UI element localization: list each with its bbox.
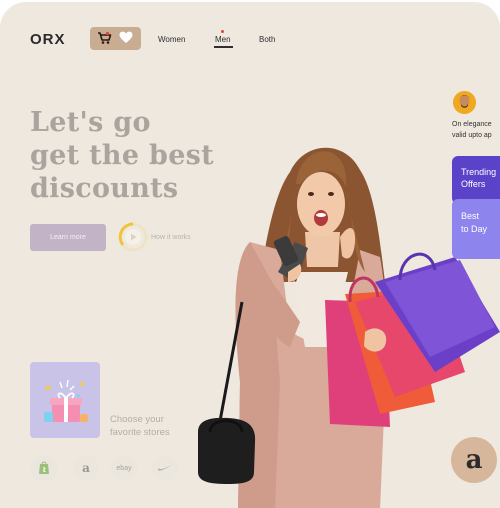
nav-men[interactable]: Men <box>215 35 231 44</box>
gift-icon <box>44 379 88 422</box>
best-to-day-card[interactable]: Best to Day <box>452 199 500 259</box>
promo-line: valid upto ap <box>452 132 492 139</box>
store-ebay[interactable]: ebay <box>111 455 137 481</box>
cart-icon[interactable] <box>97 31 112 50</box>
shopify-icon <box>39 461 49 474</box>
nav-women[interactable]: Women <box>158 35 185 44</box>
active-dot <box>221 30 224 33</box>
amazon-badge[interactable]: a <box>451 437 497 483</box>
brand-logo[interactable]: ORX <box>30 31 66 48</box>
best-label: to Day <box>461 224 488 234</box>
active-underline <box>214 46 233 48</box>
landing-card: ORX Women Men Both Let's go get the best… <box>0 2 500 508</box>
store-amazon[interactable]: a <box>73 455 99 481</box>
promo-line: On elegance <box>452 121 492 128</box>
trending-label: Offers <box>461 179 486 189</box>
promo-avatar[interactable] <box>453 91 476 114</box>
gift-tile <box>30 362 100 438</box>
nav-both[interactable]: Both <box>259 35 275 44</box>
trending-offers-card[interactable]: Trending Offers <box>452 156 500 204</box>
heart-icon[interactable] <box>119 31 133 49</box>
nav-icon-group <box>90 27 141 50</box>
play-icon[interactable] <box>117 221 149 258</box>
store-shopify[interactable] <box>31 455 57 481</box>
best-label: Best <box>461 211 480 221</box>
store-nike[interactable] <box>152 455 178 481</box>
nike-swoosh-icon <box>158 465 172 471</box>
trending-label: Trending <box>461 167 497 177</box>
learn-more-button[interactable]: Learn more <box>30 224 106 251</box>
